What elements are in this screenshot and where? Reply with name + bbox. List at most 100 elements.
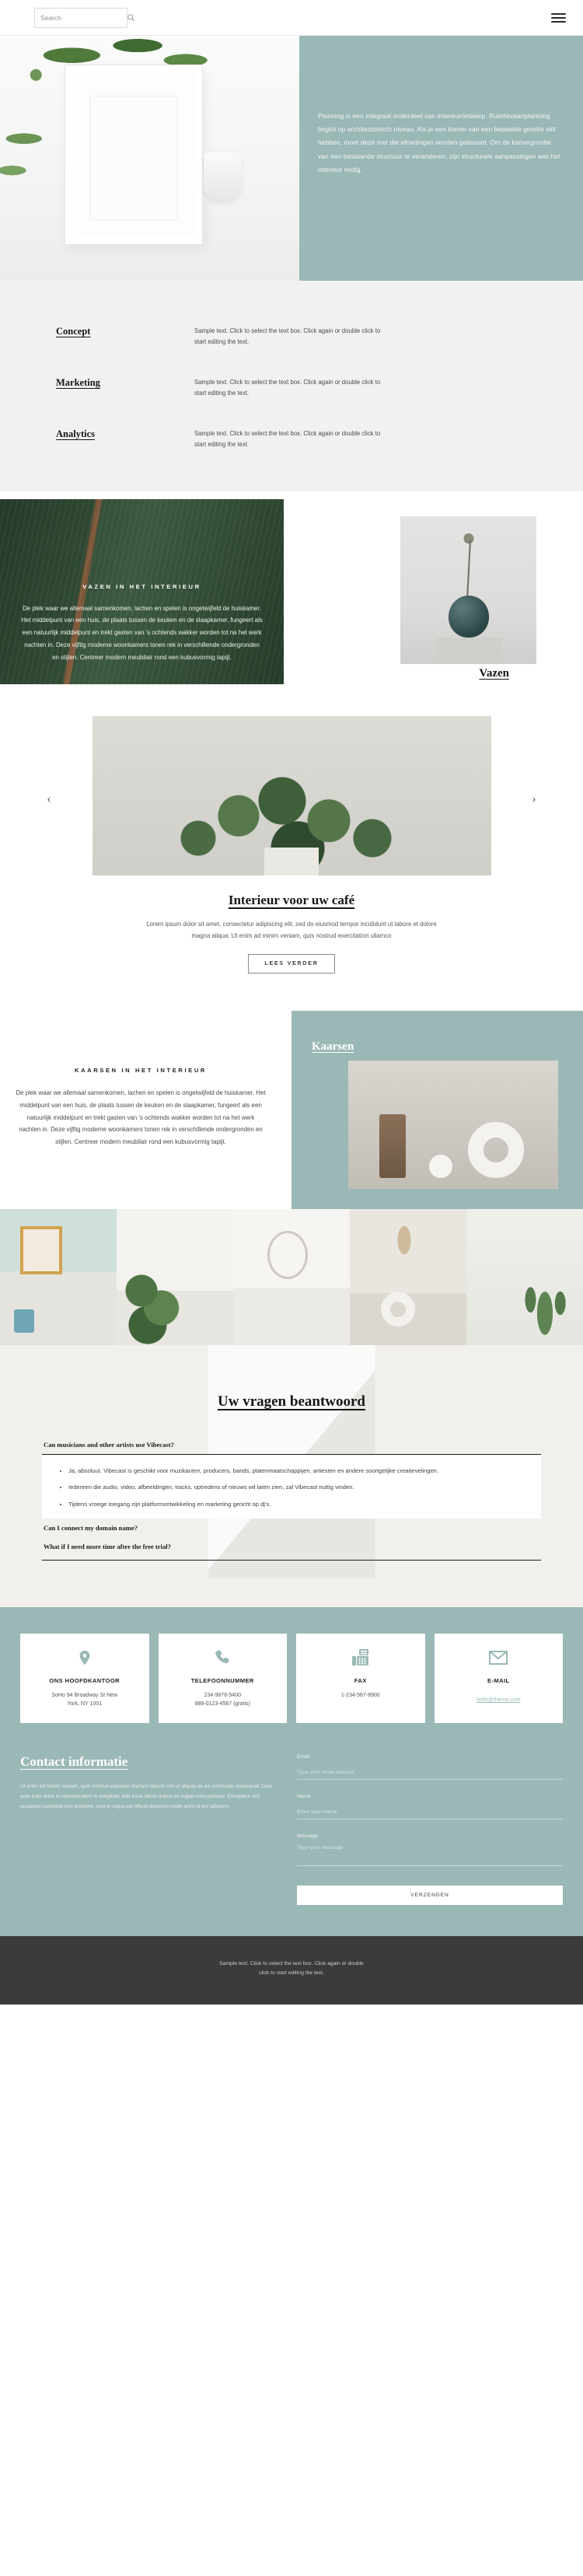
contact-heading: Contact informatie (20, 1753, 128, 1769)
footer-text-line-2: click to start editing the text. (259, 1970, 324, 1977)
slider-image (92, 715, 491, 876)
envelope-icon (441, 1646, 557, 1669)
gallery-image-3 (233, 1208, 350, 1345)
vazen-section: VAZEN IN HET INTERIEUR De plek waar we a… (0, 491, 583, 690)
faq-section: Uw vragen beantwoord Can musicians and o… (0, 1344, 583, 1607)
email-link[interactable]: hello@theme.com (477, 1697, 521, 1703)
faq-question-3[interactable]: What if I need more time after the free … (42, 1537, 541, 1556)
search-input[interactable] (40, 13, 127, 22)
vazen-heading: Vazen (479, 666, 509, 680)
slider-prev-arrow-icon[interactable]: ‹ (39, 789, 59, 809)
feature-text-analytics: Sample text. Click to select the text bo… (194, 429, 381, 449)
faq-answer-bullet: Ja, absoluut. Vibecast is geschikt voor … (68, 1466, 527, 1476)
gallery-image-2 (117, 1208, 233, 1345)
candles-photo (348, 1060, 558, 1189)
vazen-paragraph: De plek waar we allemaal samenkomen, lac… (21, 604, 263, 661)
contact-card-line: SoHo 94 Broadway St New (51, 1692, 118, 1698)
faq-answer-1: Ja, absoluut. Vibecast is geschikt voor … (42, 1454, 541, 1519)
submit-button[interactable]: VERZENDEN (297, 1885, 563, 1905)
hero-image-frame-plant (0, 36, 299, 281)
gallery-image-4 (350, 1208, 466, 1345)
faq-question-2[interactable]: Can I connect my domain name? (42, 1519, 541, 1537)
name-field-group: Name (297, 1794, 563, 1819)
faq-title: Uw vragen beantwoord (218, 1393, 365, 1410)
contact-card-title: TELEFOONNUMMER (190, 1676, 254, 1684)
hero-text-panel: Planning is een integraal onderdeel van … (299, 36, 583, 281)
page-root: Planning is een integraal onderdeel van … (0, 0, 583, 2005)
fax-icon (302, 1646, 419, 1669)
hamburger-menu-icon[interactable] (551, 12, 566, 23)
contact-card-title: ONS HOOFDKANTOOR (49, 1676, 120, 1684)
slider-title: Interieur voor uw café (228, 892, 355, 907)
contact-cards: ONS HOOFDKANTOOR SoHo 94 Broadway St New… (20, 1633, 563, 1723)
site-header (0, 0, 583, 36)
vase-photo (400, 516, 536, 664)
feature-row: Concept Sample text. Click to select the… (0, 326, 583, 348)
faq-answer-bullet: Iedereen die audio, video, afbeeldingen,… (68, 1482, 527, 1492)
gallery-image-1 (0, 1208, 117, 1345)
hero-section: Planning is een integraal onderdeel van … (0, 36, 583, 281)
faq-question-1[interactable]: Can musicians and other artists use Vibe… (42, 1435, 541, 1455)
contact-body: Contact informatie Ut enim ad minim veni… (20, 1754, 563, 1905)
contact-card-line: York, NY 1001 (67, 1701, 103, 1707)
read-more-button[interactable]: LEES VERDER (248, 953, 335, 973)
contact-card-fax: FAX 1-234-567-8900 (296, 1633, 425, 1723)
contact-description: Ut enim ad minim veniam, quis nostrud ex… (20, 1783, 272, 1809)
message-field[interactable] (297, 1842, 563, 1866)
message-field-group: Message (297, 1833, 563, 1870)
hero-vase-graphic (204, 152, 241, 201)
site-footer: Sample text. Click to select the text bo… (0, 1935, 583, 2005)
picture-frame-graphic (65, 65, 202, 244)
kaarsen-heading: Kaarsen (312, 1040, 354, 1053)
kaarsen-paragraph: De plek waar we allemaal samenkomen, lac… (16, 1089, 266, 1146)
vase-graphic (448, 595, 489, 638)
slider-section: ‹ › Interieur voor uw café Lorem ipsum d… (0, 689, 583, 1011)
email-field-group: Email (297, 1754, 563, 1780)
candle-pillar-graphic (379, 1113, 406, 1178)
feature-row: Analytics Sample text. Click to select t… (0, 428, 583, 451)
kaarsen-accent-panel: Kaarsen (292, 1010, 583, 1209)
candle-ball-graphic (429, 1154, 452, 1178)
faq-bottom-divider (42, 1559, 541, 1561)
contact-section: ONS HOOFDKANTOOR SoHo 94 Broadway St New… (0, 1606, 583, 1936)
gallery-image-5 (466, 1208, 583, 1345)
slider-next-arrow-icon[interactable]: › (524, 789, 544, 809)
slider-body: Interieur voor uw café Lorem ipsum dolor… (0, 876, 583, 973)
kaarsen-eyebrow: KAARSEN IN HET INTERIEUR (75, 1066, 207, 1074)
search-icon[interactable] (127, 13, 135, 22)
hero-paragraph: Planning is een integraal onderdeel van … (318, 112, 560, 173)
plinth-graphic (435, 637, 502, 664)
feature-title-marketing[interactable]: Marketing (47, 377, 194, 400)
email-label: Email (297, 1753, 310, 1760)
name-field[interactable] (297, 1806, 563, 1819)
image-gallery (0, 1208, 583, 1345)
feature-title-concept[interactable]: Concept (47, 326, 194, 348)
feature-text-concept: Sample text. Click to select the text bo… (194, 327, 381, 346)
slider-vase-graphic (264, 847, 319, 876)
contact-card-headquarters: ONS HOOFDKANTOOR SoHo 94 Broadway St New… (20, 1633, 149, 1723)
contact-info-block: Contact informatie Ut enim ad minim veni… (20, 1754, 277, 1905)
flower-stem-graphic (466, 539, 471, 600)
footer-text-line-1: Sample text. Click to select the text bo… (219, 1960, 364, 1966)
leaf-background-card: VAZEN IN HET INTERIEUR De plek waar we a… (0, 498, 284, 684)
contact-card-line: 234-9876-5400 (204, 1692, 242, 1698)
faq-answer-bullet: Tijdens vroege toegang zijn platformontw… (68, 1499, 527, 1509)
feature-row: Marketing Sample text. Click to select t… (0, 377, 583, 400)
contact-card-phone: TELEFOONNUMMER 234-9876-5400 888-0123-45… (158, 1633, 287, 1723)
vazen-eyebrow: VAZEN IN HET INTERIEUR (82, 582, 201, 590)
search-box[interactable] (34, 7, 134, 28)
email-field[interactable] (297, 1767, 563, 1780)
phone-icon (165, 1646, 281, 1669)
contact-card-title: FAX (354, 1676, 367, 1684)
message-label: Message (297, 1833, 318, 1839)
contact-card-email: E-MAIL hello@theme.com (434, 1633, 563, 1723)
feature-title-analytics[interactable]: Analytics (47, 428, 194, 451)
slider-text: Lorem ipsum dolor sit amet, consectetur … (146, 920, 437, 939)
feature-text-marketing: Sample text. Click to select the text bo… (194, 378, 381, 397)
name-label: Name (297, 1793, 311, 1799)
contact-card-title: E-MAIL (487, 1676, 510, 1684)
kaarsen-section: Kaarsen KAARSEN IN HET INTERIEUR De plek… (0, 1010, 583, 1209)
flower-bud-graphic (463, 533, 473, 544)
kaarsen-text-block: KAARSEN IN HET INTERIEUR De plek waar we… (0, 1011, 288, 1148)
location-pin-icon (26, 1646, 143, 1669)
